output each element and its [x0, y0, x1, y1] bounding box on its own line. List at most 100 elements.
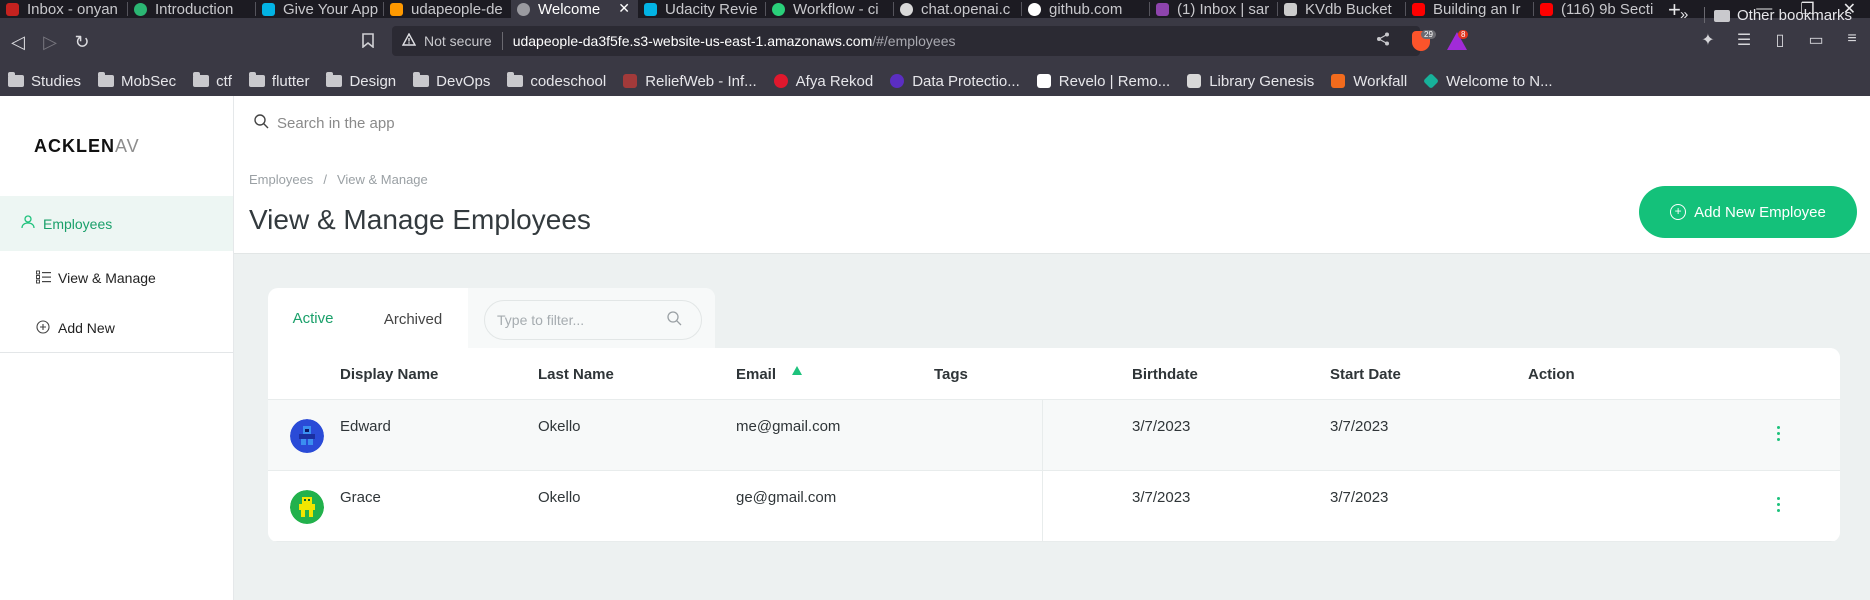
sidebar-item-employees[interactable]: Employees: [0, 196, 233, 251]
bookmark-link[interactable]: Welcome to N...: [1423, 73, 1553, 90]
app-logo[interactable]: ACKLENAV: [34, 136, 140, 157]
folder-icon: [8, 72, 24, 87]
browser-tab-active[interactable]: Welcome ✕: [511, 0, 638, 18]
menu-icon[interactable]: ≡: [1844, 30, 1860, 50]
bookmark-folder[interactable]: flutter: [248, 72, 309, 90]
page-header: Employees/View & Manage View & Manage Em…: [234, 96, 1870, 254]
sidebar-item-view-manage[interactable]: View & Manage: [0, 258, 233, 298]
browser-tab[interactable]: Udacity Revie: [638, 0, 765, 18]
share-icon[interactable]: [1376, 32, 1390, 49]
kvdb-icon: [1284, 2, 1297, 16]
bookmark-link[interactable]: Data Protectio...: [890, 73, 1020, 90]
filter-box[interactable]: [484, 300, 702, 340]
site-icon: [134, 2, 147, 16]
tab-archived[interactable]: Archived: [358, 288, 468, 351]
page-title: View & Manage Employees: [249, 204, 591, 235]
other-bookmarks[interactable]: Other bookmarks: [1714, 7, 1852, 24]
bookmark-icon[interactable]: [362, 33, 374, 52]
folder-icon: [507, 72, 524, 87]
mail-icon: [1156, 2, 1169, 16]
table-row[interactable]: Grace Okello ge@gmail.com 3/7/2023 3/7/2…: [268, 471, 1840, 542]
browser-tab[interactable]: Inbox - onyan: [0, 0, 127, 18]
search-icon[interactable]: [667, 310, 682, 330]
app-search[interactable]: [254, 114, 677, 133]
cell-display-name: Edward: [340, 418, 391, 435]
bookmark-link[interactable]: Library Genesis: [1187, 73, 1314, 90]
bookmark-folder[interactable]: MobSec: [98, 72, 176, 90]
browser-tab[interactable]: udapeople-de: [384, 0, 511, 18]
add-new-employee-button[interactable]: + Add New Employee: [1639, 186, 1857, 238]
column-email[interactable]: Email: [736, 366, 776, 383]
bookmark-link[interactable]: ReliefWeb - Inf...: [623, 73, 757, 90]
cell-email: ge@gmail.com: [736, 489, 837, 506]
extensions-icon[interactable]: ✦: [1700, 30, 1716, 50]
sort-ascending-icon[interactable]: [792, 366, 802, 375]
tab-active[interactable]: Active: [268, 288, 358, 351]
column-start-date[interactable]: Start Date: [1330, 366, 1401, 383]
bookmark-folder[interactable]: Studies: [8, 72, 81, 90]
browser-tab[interactable]: Introduction: [128, 0, 255, 18]
cell-display-name: Grace: [340, 489, 381, 506]
shields-count-badge: 29: [1421, 30, 1436, 39]
employees-table: Display Name Last Name Email Tags Birthd…: [268, 348, 1840, 542]
gmail-icon: [6, 2, 19, 16]
url-path: /#/employees: [872, 33, 956, 49]
browser-tab[interactable]: Give Your App: [256, 0, 383, 18]
udacity-icon: [262, 2, 275, 16]
reliefweb-icon: [623, 74, 638, 88]
browser-tab[interactable]: (1) Inbox | sar: [1150, 0, 1277, 18]
bookmark-link[interactable]: Afya Rekod: [773, 73, 873, 90]
browser-tab[interactable]: github.com: [1022, 0, 1149, 18]
column-last-name[interactable]: Last Name: [538, 366, 614, 383]
column-tags[interactable]: Tags: [934, 366, 968, 383]
tabs-bar: Active Archived: [268, 288, 715, 351]
openai-icon: [900, 2, 913, 16]
plus-circle-icon: [36, 319, 52, 337]
security-label[interactable]: Not secure: [424, 33, 492, 49]
table-header: Display Name Last Name Email Tags Birthd…: [268, 348, 1840, 400]
toolbar-icons: ✦ ☰ ▯ ▭ ≡: [1680, 30, 1860, 50]
close-tab-icon[interactable]: ✕: [618, 0, 630, 17]
reading-list-icon[interactable]: ☰: [1736, 30, 1752, 50]
search-icon: [254, 114, 269, 133]
browser-tab[interactable]: Building an Ir: [1406, 0, 1533, 18]
back-button[interactable]: ◁: [2, 32, 34, 53]
url-text[interactable]: udapeople-da3f5fe.s3-website-us-east-1.a…: [513, 33, 956, 49]
bookmark-link[interactable]: Revelo | Remo...: [1036, 73, 1170, 90]
globe-icon: [517, 2, 530, 16]
more-bookmarks-button[interactable]: »: [1680, 6, 1688, 23]
github-icon: [1028, 2, 1041, 16]
bookmark-link[interactable]: Workfall: [1331, 73, 1407, 90]
browser-tab[interactable]: (116) 9b Secti: [1534, 0, 1661, 18]
bookmark-folder[interactable]: Design: [326, 72, 396, 90]
search-input[interactable]: [277, 115, 677, 132]
table-row[interactable]: Edward Okello me@gmail.com 3/7/2023 3/7/…: [268, 400, 1840, 471]
row-actions-kebab-icon[interactable]: [1776, 426, 1780, 444]
browser-tab[interactable]: chat.openai.c: [894, 0, 1021, 18]
avatar: [290, 419, 324, 453]
sidebar-item-add-new[interactable]: Add New: [0, 308, 233, 348]
diamond-icon: [1423, 73, 1440, 89]
filter-input[interactable]: [497, 312, 667, 328]
column-display-name[interactable]: Display Name: [340, 366, 438, 383]
forward-button[interactable]: ▷: [34, 32, 66, 53]
bookmark-folder[interactable]: codeschool: [507, 72, 606, 90]
folder-icon: [98, 72, 115, 87]
wallet-icon[interactable]: ▭: [1808, 30, 1824, 50]
bookmark-folder[interactable]: ctf: [193, 72, 232, 90]
browser-tab[interactable]: KVdb Bucket: [1278, 0, 1405, 18]
row-actions-kebab-icon[interactable]: [1776, 497, 1780, 515]
browser-tab[interactable]: Workflow - ci: [766, 0, 893, 18]
sidebar-icon[interactable]: ▯: [1772, 30, 1788, 50]
cell-last-name: Okello: [538, 489, 581, 506]
bookmark-folder[interactable]: DevOps: [413, 72, 490, 90]
column-birthdate[interactable]: Birthdate: [1132, 366, 1198, 383]
folder-icon: [193, 72, 210, 87]
address-bar[interactable]: Not secure udapeople-da3f5fe.s3-website-…: [392, 26, 1420, 56]
avatar: [290, 490, 324, 524]
reload-button[interactable]: ↻: [66, 32, 98, 53]
revelo-icon: [1036, 74, 1051, 88]
app-window: ACKLENAV Employees View & Manage Add New: [0, 96, 1870, 600]
breadcrumb-employees[interactable]: Employees: [249, 172, 313, 187]
cell-email: me@gmail.com: [736, 418, 841, 435]
